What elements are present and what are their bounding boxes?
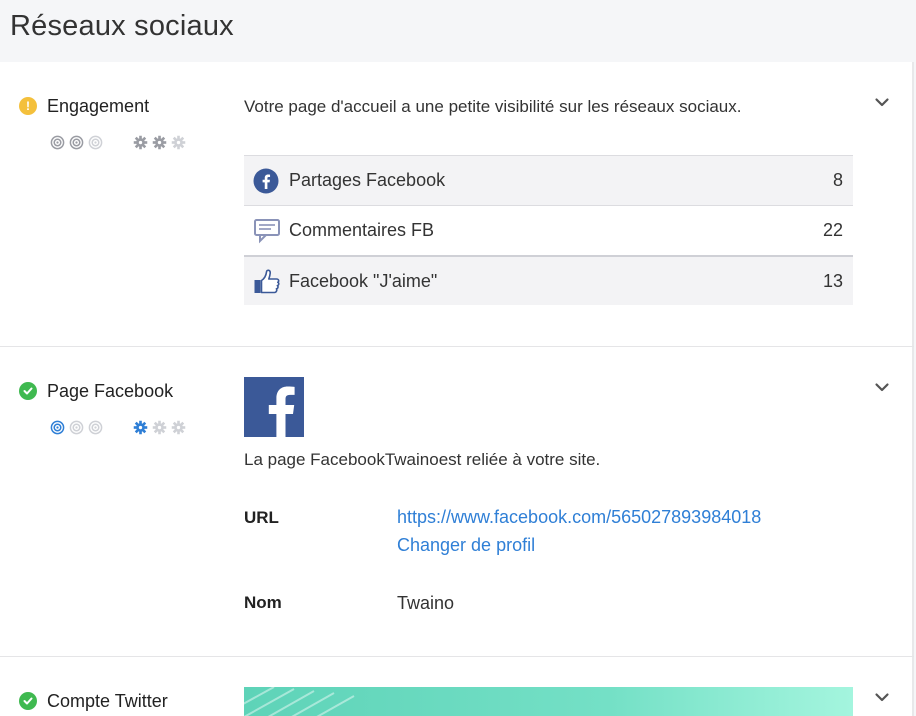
table-row: Facebook "J'aime" 13 [244, 255, 853, 305]
section-twitter: Compte Twitter [0, 657, 914, 716]
change-profile-wrapper: Changer de profil [397, 535, 535, 556]
section-title-facebook-page[interactable]: Page Facebook [47, 381, 173, 402]
section-title-twitter[interactable]: Compte Twitter [47, 691, 168, 712]
engagement-metrics-table: Partages Facebook 8 Commentaires FB 22 F… [244, 155, 853, 305]
warning-icon: ! [19, 97, 37, 115]
target-icon [50, 135, 65, 150]
page-title: Réseaux sociaux [10, 10, 234, 42]
url-label: URL [244, 508, 279, 527]
table-row: Partages Facebook 8 [244, 155, 853, 205]
section-title-engagement[interactable]: Engagement [47, 96, 149, 117]
metric-label: Partages Facebook [289, 170, 446, 190]
target-icon [88, 420, 103, 435]
name-label: Nom [244, 593, 282, 612]
section-facebook-page: Page Facebook La page FacebookTwainoest … [0, 347, 914, 657]
facebook-page-description: La page FacebookTwainoest reliée à votre… [244, 450, 601, 469]
metric-value: 22 [822, 220, 843, 240]
name-value: Twaino [397, 593, 455, 613]
importance-rating [50, 420, 190, 435]
target-icon [69, 135, 84, 150]
chevron-down-icon[interactable] [874, 94, 890, 110]
url-value: https://www.facebook.com/565027893984018 [397, 507, 761, 528]
check-icon [19, 382, 37, 400]
metric-label: Facebook "J'aime" [289, 270, 438, 291]
section-engagement: ! Engagement Votre page d'accueil a une … [0, 62, 914, 347]
gear-icon [171, 420, 186, 435]
chevron-down-icon[interactable] [874, 689, 890, 705]
metric-value: 8 [832, 170, 843, 190]
gear-icon [152, 420, 167, 435]
chevron-down-icon[interactable] [874, 379, 890, 395]
target-icon [69, 420, 84, 435]
check-icon [19, 692, 37, 710]
facebook-url-link[interactable]: https://www.facebook.com/565027893984018 [397, 507, 761, 527]
twitter-banner [244, 687, 853, 716]
engagement-description: Votre page d'accueil a une petite visibi… [244, 97, 742, 116]
page-header: Réseaux sociaux [0, 0, 916, 62]
change-profile-link[interactable]: Changer de profil [397, 535, 535, 555]
metric-label: Commentaires FB [289, 220, 435, 240]
comment-icon [244, 218, 289, 244]
gear-icon [171, 135, 186, 150]
gear-icon [133, 135, 148, 150]
target-icon [88, 135, 103, 150]
facebook-circle-icon [244, 168, 289, 194]
metric-value: 13 [822, 270, 843, 291]
importance-rating [50, 135, 190, 150]
facebook-logo-icon [244, 377, 304, 437]
gear-icon [152, 135, 167, 150]
gear-icon [133, 420, 148, 435]
social-panel: ! Engagement Votre page d'accueil a une … [0, 62, 914, 716]
table-row: Commentaires FB 22 [244, 205, 853, 255]
thumbs-up-icon [244, 267, 289, 295]
target-icon [50, 420, 65, 435]
